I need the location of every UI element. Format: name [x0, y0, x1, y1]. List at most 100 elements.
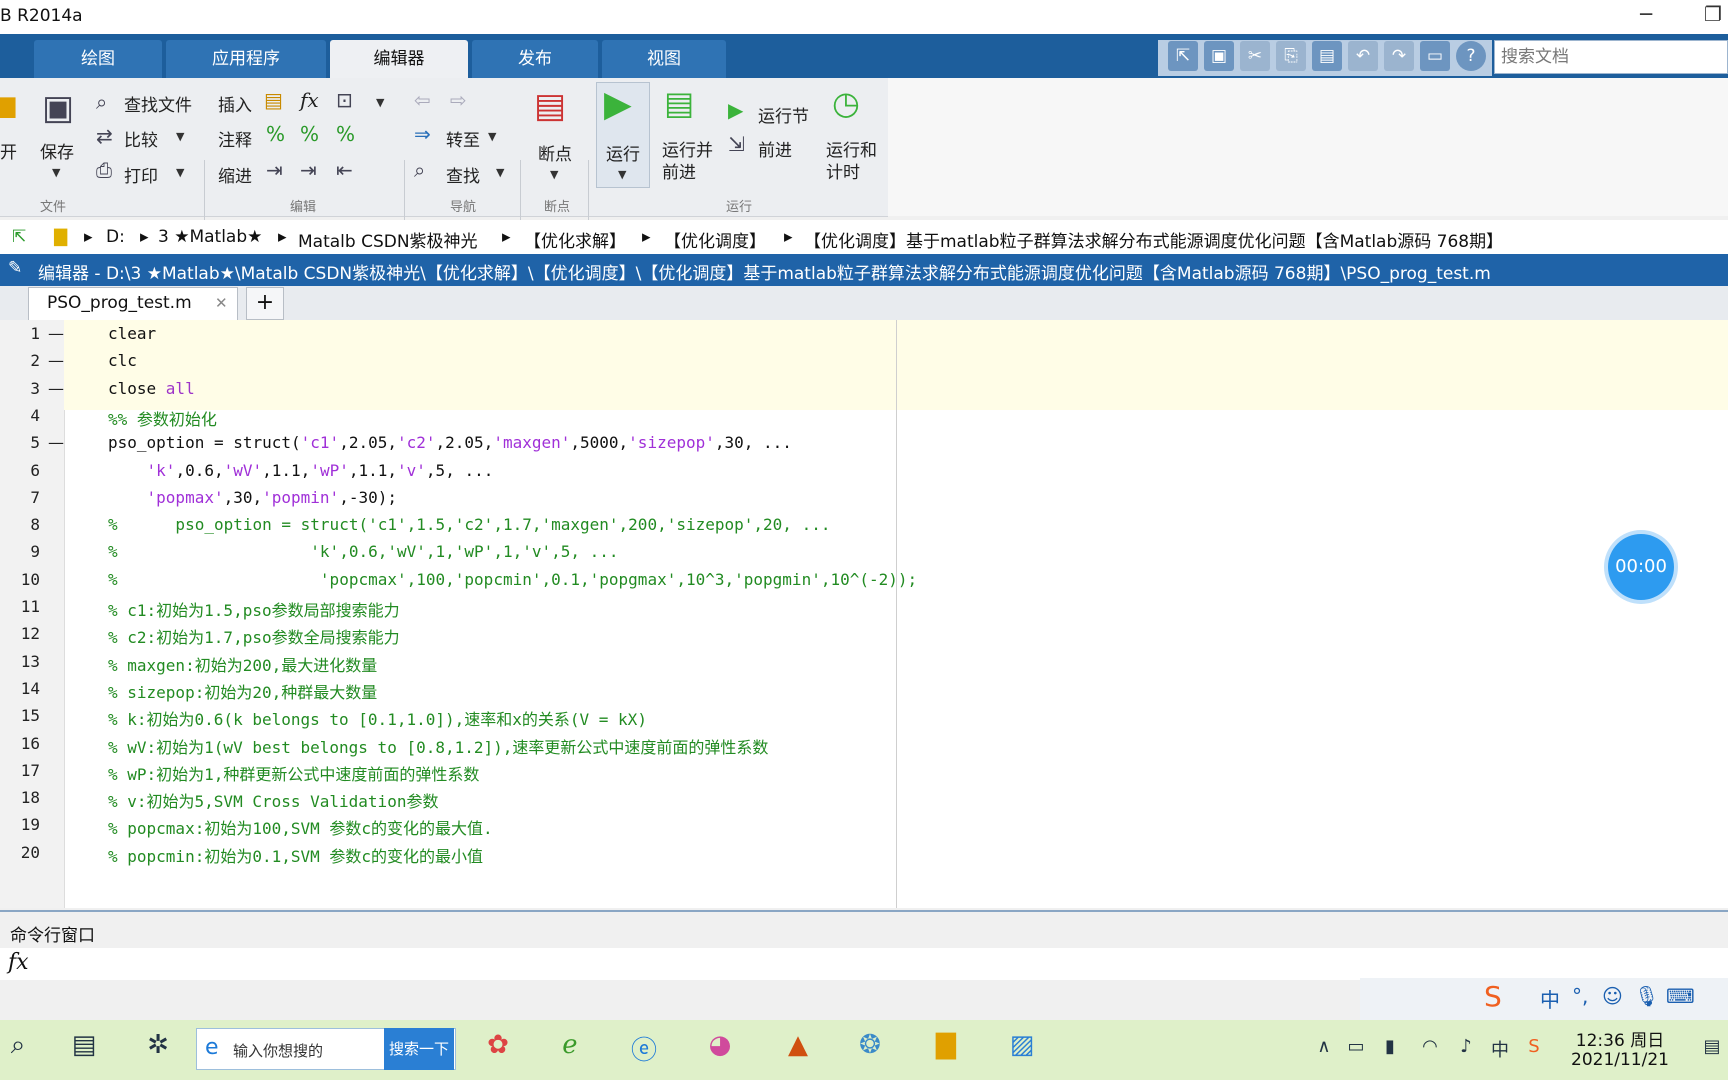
- sogou-ime-icon[interactable]: S: [1484, 980, 1502, 1013]
- chevron-right-icon[interactable]: ▸: [278, 227, 287, 247]
- save-large-icon[interactable]: ▣: [42, 88, 74, 128]
- indent-icon[interactable]: ⇥: [300, 158, 317, 182]
- app-flower-icon[interactable]: ✿: [476, 1030, 520, 1060]
- save-button[interactable]: 保存: [40, 138, 74, 163]
- code-line[interactable]: % pso_option = struct('c1',1.5,'c2',1.7,…: [108, 515, 830, 534]
- ime-punctuation-icon[interactable]: °,: [1572, 984, 1588, 1008]
- battery-icon[interactable]: ▮: [1368, 1036, 1412, 1057]
- file-tab-label[interactable]: PSO_prog_test.m: [47, 293, 192, 313]
- tab-view[interactable]: 视图: [602, 40, 726, 78]
- app-swirl-icon[interactable]: ❂: [848, 1030, 892, 1060]
- ime-keyboard-icon[interactable]: ⌨: [1666, 984, 1695, 1008]
- goto-icon[interactable]: ⇒: [414, 122, 431, 146]
- breakpoints-dropdown-icon[interactable]: ▼: [550, 168, 558, 181]
- breakpoint-marker[interactable]: —: [48, 324, 64, 343]
- copy-icon[interactable]: ⎘: [1276, 41, 1306, 71]
- run-and-advance-button[interactable]: 运行并 前进: [662, 140, 713, 184]
- compare-dropdown-icon[interactable]: ▼: [176, 130, 184, 143]
- breakpoints-button[interactable]: 断点: [538, 140, 572, 165]
- run-section-button[interactable]: 运行节: [758, 102, 809, 127]
- print-dropdown-icon[interactable]: ▼: [176, 166, 184, 179]
- code-line[interactable]: 'k',0.6,'wV',1.1,'wP',1.1,'v',5, ...: [108, 461, 494, 480]
- recording-timer[interactable]: 00:00: [1608, 534, 1674, 600]
- insert-function-icon[interactable]: fx: [300, 88, 319, 112]
- code-line[interactable]: % wV:初始为1(wV best belongs to [0.8,1.2]),…: [108, 734, 768, 758]
- ime-mic-icon[interactable]: 🎙: [1634, 984, 1659, 1008]
- breakpoint-marker[interactable]: —: [48, 351, 64, 370]
- minimize-icon[interactable]: ─: [1640, 2, 1652, 26]
- compare-icon[interactable]: ⇄: [96, 124, 113, 148]
- breadcrumb-folder-5[interactable]: 【优化调度】基于matlab粒子群算法求解分布式能源调度优化问题【含Matlab…: [804, 227, 1503, 252]
- sogou-tray-icon[interactable]: S: [1512, 1036, 1556, 1057]
- comment-icon[interactable]: %: [266, 122, 285, 146]
- breadcrumb-folder-4[interactable]: 【优化调度】: [664, 227, 766, 252]
- app-pinwheel-icon[interactable]: ✲: [136, 1030, 180, 1060]
- open-label[interactable]: 开: [0, 138, 17, 163]
- chevron-right-icon[interactable]: ▸: [84, 227, 93, 247]
- restore-icon[interactable]: ❐: [1704, 2, 1722, 26]
- open-folder-icon[interactable]: ▇: [0, 94, 15, 118]
- run-section-icon[interactable]: ▶: [728, 98, 743, 122]
- run-and-time-icon[interactable]: ◷: [832, 84, 860, 122]
- code-line[interactable]: pso_option = struct('c1',2.05,'c2',2.05,…: [108, 433, 792, 452]
- chevron-right-icon[interactable]: ▸: [502, 227, 511, 247]
- redo-icon[interactable]: ↷: [1384, 41, 1414, 71]
- compare-button[interactable]: 比较: [124, 126, 158, 151]
- run-button[interactable]: 运行: [606, 140, 640, 165]
- breakpoints-icon[interactable]: ▤: [534, 86, 566, 126]
- save-dropdown-icon[interactable]: ▼: [52, 166, 60, 179]
- ie-browser-icon[interactable]: ℯ: [548, 1030, 592, 1060]
- breakpoint-marker[interactable]: —: [48, 433, 64, 452]
- color-app-icon[interactable]: ◕: [698, 1030, 742, 1060]
- find-icon[interactable]: ⌕: [414, 158, 425, 182]
- save-icon[interactable]: ▣: [1204, 41, 1234, 71]
- breakpoint-marker[interactable]: —: [48, 379, 64, 398]
- search-docs-input[interactable]: 搜索文档: [1494, 40, 1728, 74]
- code-line[interactable]: % popcmin:初始为0.1,SVM 参数c的变化的最小值: [108, 843, 483, 867]
- insert-snippet-icon[interactable]: ⊡: [336, 88, 353, 112]
- matlab-icon[interactable]: ▲: [776, 1030, 820, 1060]
- 360-browser-icon[interactable]: ⓔ: [622, 1030, 666, 1067]
- paste-icon[interactable]: ▤: [1312, 41, 1342, 71]
- chevron-right-icon[interactable]: ▸: [784, 227, 793, 247]
- run-and-time-button[interactable]: 运行和 计时: [826, 140, 877, 184]
- code-line[interactable]: % sizepop:初始为20,种群最大数量: [108, 679, 377, 703]
- switch-windows-icon[interactable]: ▭: [1420, 41, 1450, 71]
- code-line[interactable]: close all: [108, 379, 195, 398]
- photos-icon[interactable]: ▨: [1000, 1030, 1044, 1060]
- taskbar-search-button[interactable]: 搜索一下: [384, 1028, 454, 1070]
- back-icon[interactable]: ⇦: [414, 88, 431, 112]
- undo-icon[interactable]: ↶: [1348, 41, 1378, 71]
- forward-icon[interactable]: ⇨: [450, 88, 467, 112]
- advance-icon[interactable]: ⇲: [728, 132, 745, 156]
- file-tab[interactable]: PSO_prog_test.m ✕: [28, 287, 238, 320]
- chevron-right-icon[interactable]: ▸: [140, 227, 149, 247]
- taskbar-date[interactable]: 2021/11/21: [1560, 1050, 1680, 1070]
- print-icon[interactable]: ⎙: [96, 158, 112, 182]
- notification-icon[interactable]: ▤: [1690, 1036, 1728, 1057]
- tab-publish[interactable]: 发布: [472, 40, 598, 78]
- code-line[interactable]: % v:初始为5,SVM Cross Validation参数: [108, 788, 438, 812]
- code-line[interactable]: % 'popcmax',100,'popcmin',0.1,'popgmax',…: [108, 570, 917, 589]
- insert-dropdown-icon[interactable]: ▼: [376, 96, 384, 109]
- code-line[interactable]: % c1:初始为1.5,pso参数局部搜索能力: [108, 597, 400, 621]
- task-view-icon[interactable]: ▤: [62, 1030, 106, 1060]
- browse-folder-icon[interactable]: ⇱: [12, 227, 26, 247]
- code-line[interactable]: % 'k',0.6,'wV',1,'wP',1,'v',5, ...: [108, 542, 619, 561]
- find-button[interactable]: 查找: [446, 162, 480, 187]
- tab-apps[interactable]: 应用程序: [166, 40, 326, 78]
- code-line[interactable]: %% 参数初始化: [108, 406, 217, 430]
- code-line[interactable]: % maxgen:初始为200,最大进化数量: [108, 652, 377, 676]
- outdent-icon[interactable]: ⇤: [336, 158, 353, 182]
- command-window-input[interactable]: fx: [0, 948, 1728, 980]
- breadcrumb-folder-2[interactable]: Matalb CSDN紫极神光: [298, 227, 478, 252]
- run-and-advance-icon[interactable]: ▤: [664, 84, 694, 122]
- wrap-comment-icon[interactable]: %: [336, 122, 355, 146]
- code-line[interactable]: % k:初始为0.6(k belongs to [0.1,1.0]),速率和x的…: [108, 706, 647, 730]
- search-icon[interactable]: ⌕: [0, 1030, 40, 1061]
- close-tab-icon[interactable]: ✕: [215, 294, 228, 312]
- goto-dropdown-icon[interactable]: ▼: [488, 130, 496, 143]
- code-line[interactable]: clc: [108, 351, 137, 370]
- taskbar-time[interactable]: 12:36 周日: [1560, 1026, 1680, 1051]
- help-icon[interactable]: ?: [1456, 41, 1486, 71]
